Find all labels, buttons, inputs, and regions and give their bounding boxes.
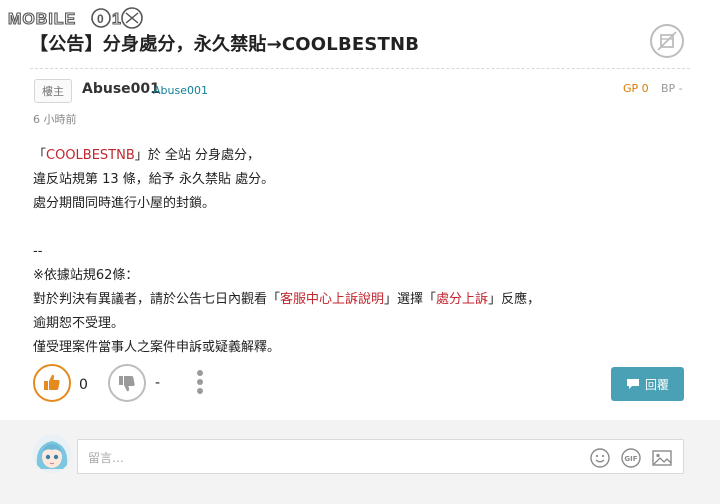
like-button[interactable] bbox=[33, 364, 71, 402]
hide-post-button[interactable] bbox=[650, 24, 684, 58]
appeal-link[interactable]: 處分上訴 bbox=[436, 292, 488, 307]
author-name[interactable]: Abuse001 bbox=[82, 81, 160, 97]
smiley-icon[interactable] bbox=[589, 447, 611, 469]
avatar[interactable] bbox=[33, 435, 71, 473]
title-divider bbox=[30, 68, 690, 69]
anime-avatar-icon bbox=[33, 435, 71, 473]
mobile01-watermark-logo: MOBILE 0 1 bbox=[8, 7, 143, 29]
svg-text:0: 0 bbox=[97, 12, 104, 26]
image-icon[interactable] bbox=[651, 447, 673, 469]
page-title: 【公告】分身處分，永久禁貼→COOLBESTNB bbox=[30, 34, 420, 55]
comment-input[interactable] bbox=[86, 447, 570, 469]
more-options-button[interactable] bbox=[194, 370, 206, 398]
more-icon bbox=[197, 370, 203, 376]
thumbs-down-icon bbox=[119, 376, 135, 392]
dislike-button[interactable] bbox=[108, 364, 146, 402]
dislike-count: - bbox=[155, 375, 161, 391]
content-line: -- bbox=[33, 244, 43, 259]
like-count: 0 bbox=[79, 377, 88, 393]
op-badge: 樓主 bbox=[34, 79, 72, 103]
content-line: 對於判決有異議者，請於公告七日內觀看「客服中心上訴說明」選擇「處分上訴」反應， bbox=[33, 292, 541, 307]
reply-button[interactable]: 回覆 bbox=[611, 367, 684, 401]
content-line: 處分期間同時進行小屋的封鎖。 bbox=[33, 196, 216, 211]
support-center-link[interactable]: 客服中心上訴說明 bbox=[280, 292, 384, 307]
svg-text:GIF: GIF bbox=[624, 455, 637, 463]
post-card: MOBILE 0 1 【公告】分身處分，永久禁貼→COOLBESTNB 樓主 A… bbox=[0, 0, 720, 504]
content-blank-line bbox=[33, 216, 540, 240]
comment-box: GIF bbox=[77, 439, 684, 474]
svg-text:MOBILE: MOBILE bbox=[8, 11, 76, 28]
bp-count[interactable]: BP - bbox=[661, 82, 683, 95]
svg-text:1: 1 bbox=[112, 11, 121, 28]
author-id-link[interactable]: Abuse001 bbox=[153, 84, 208, 97]
gif-icon[interactable]: GIF bbox=[620, 447, 642, 469]
content-line: 違反站規第 13 條，給予 永久禁貼 處分。 bbox=[33, 172, 275, 187]
content-line: ※依據站規62條： bbox=[33, 268, 139, 283]
content-line: 僅受理案件當事人之案件申訴或疑義解釋。 bbox=[33, 340, 281, 355]
reply-label: 回覆 bbox=[644, 377, 669, 392]
post-content: 「COOLBESTNB」於 全站 分身處分， 違反站規第 13 條，給予 永久禁… bbox=[33, 144, 540, 360]
chat-icon bbox=[626, 379, 639, 389]
content-line: 「COOLBESTNB」於 全站 分身處分， bbox=[33, 148, 261, 163]
post-timestamp: 6 小時前 bbox=[33, 113, 77, 126]
banned-user-name: COOLBESTNB bbox=[46, 148, 135, 163]
thumbs-up-icon bbox=[44, 374, 60, 390]
content-line: 逾期恕不受理。 bbox=[33, 316, 125, 331]
gp-count[interactable]: GP 0 bbox=[623, 82, 649, 95]
hide-icon bbox=[657, 31, 677, 51]
